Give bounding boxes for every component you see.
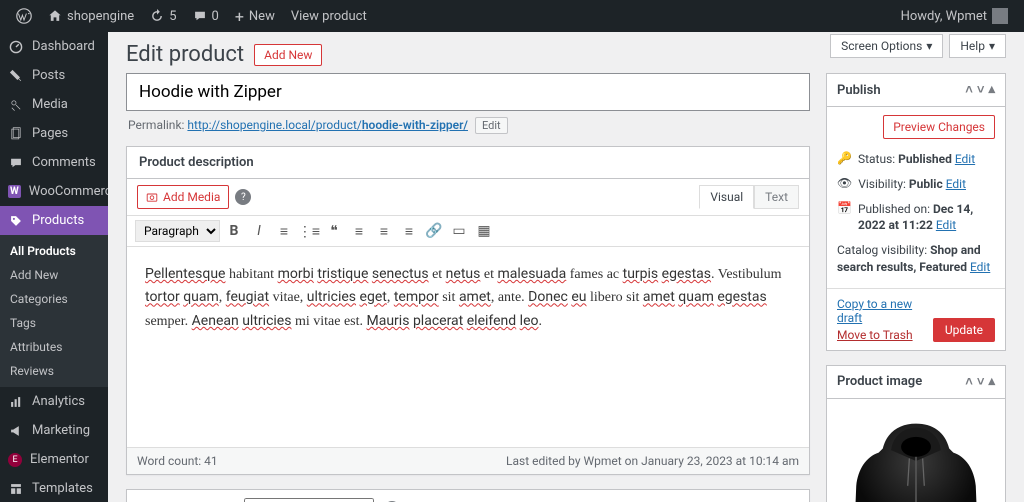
permalink-row: Permalink: http://shopengine.local/produ… <box>128 117 808 134</box>
link-button[interactable]: 🔗 <box>423 220 445 242</box>
sub-reviews[interactable]: Reviews <box>0 359 108 383</box>
menu-analytics[interactable]: Analytics <box>0 387 108 416</box>
tinymce-toolbar: Paragraph B I ≡ ⋮≡ ❝ ≡ ≡ ≡ 🔗 ▭ ▦ <box>127 216 809 247</box>
update-button[interactable]: Update <box>933 318 995 342</box>
sub-attributes[interactable]: Attributes <box>0 335 108 359</box>
ol-button[interactable]: ⋮≡ <box>298 220 320 242</box>
edit-date[interactable]: Edit <box>936 218 956 232</box>
menu-woocommerce[interactable]: WWooCommerce <box>0 177 108 206</box>
align-right-button[interactable]: ≡ <box>398 220 420 242</box>
updates[interactable]: 5 <box>142 0 184 32</box>
admin-bar: shopengine 5 0 +New View product Howdy, … <box>0 0 1024 32</box>
camera-icon <box>146 191 158 203</box>
menu-comments[interactable]: Comments <box>0 148 108 177</box>
permalink-edit-button[interactable]: Edit <box>475 117 508 134</box>
sub-categories[interactable]: Categories <box>0 287 108 311</box>
menu-elementor[interactable]: EElementor <box>0 445 108 474</box>
description-heading: Product description <box>127 147 809 179</box>
sub-all-products[interactable]: All Products <box>0 239 108 263</box>
panel-up-icon[interactable]: ˄ <box>965 374 973 390</box>
panel-toggle-icon[interactable]: ▴ <box>988 82 995 98</box>
panel-down-icon[interactable]: ˅ <box>977 374 985 390</box>
panel-up-icon[interactable]: ˄ <box>965 82 973 98</box>
product-image-panel: Product image ˄ ˅ ▴ <box>826 365 1006 502</box>
product-description-box: Product description Add Media ? Visual T… <box>126 146 810 475</box>
screen-options-toggle[interactable]: Screen Options ▾ <box>830 34 943 58</box>
site-home[interactable]: shopengine <box>40 0 142 32</box>
more-button[interactable]: ▭ <box>448 220 470 242</box>
permalink-url[interactable]: http://shopengine.local/product/hoodie-w… <box>187 118 468 132</box>
format-select[interactable]: Paragraph <box>135 220 220 242</box>
menu-posts[interactable]: Posts <box>0 61 108 90</box>
hoodie-image <box>833 405 999 502</box>
admin-sidebar: Dashboard Posts Media Pages Comments WWo… <box>0 32 108 502</box>
new-content[interactable]: +New <box>227 0 283 32</box>
tab-text[interactable]: Text <box>754 185 799 209</box>
avatar-icon <box>992 8 1008 24</box>
edit-visibility[interactable]: Edit <box>946 177 966 191</box>
edit-status[interactable]: Edit <box>955 152 975 166</box>
move-to-trash-link[interactable]: Move to Trash <box>837 328 933 342</box>
add-media-button[interactable]: Add Media <box>137 185 229 209</box>
help-toggle[interactable]: Help ▾ <box>949 34 1006 58</box>
bold-button[interactable]: B <box>223 220 245 242</box>
menu-media[interactable]: Media <box>0 90 108 119</box>
menu-templates[interactable]: Templates <box>0 474 108 502</box>
my-account[interactable]: Howdy, Wpmet <box>893 0 1016 32</box>
sub-add-new[interactable]: Add New <box>0 263 108 287</box>
toolbar-toggle-button[interactable]: ▦ <box>473 220 495 242</box>
products-submenu: All Products Add New Categories Tags Att… <box>0 235 108 387</box>
key-icon: 🔑 <box>837 151 852 165</box>
menu-dashboard[interactable]: Dashboard <box>0 32 108 61</box>
menu-products[interactable]: Products <box>0 206 108 235</box>
product-image-thumb[interactable]: ? <box>827 399 1005 502</box>
editor-content[interactable]: Pellentesque habitant morbi tristique se… <box>127 247 809 447</box>
sub-tags[interactable]: Tags <box>0 311 108 335</box>
main-content: Screen Options ▾ Help ▾ Edit product Add… <box>108 32 1024 502</box>
wp-logo[interactable] <box>8 0 40 32</box>
copy-draft-link[interactable]: Copy to a new draft <box>837 297 933 325</box>
edit-catalog[interactable]: Edit <box>970 260 990 274</box>
panel-toggle-icon[interactable]: ▴ <box>988 374 995 390</box>
align-left-button[interactable]: ≡ <box>348 220 370 242</box>
product-data-box: Product data — Simple product ? Virtual:… <box>126 489 810 502</box>
publish-panel: Publish ˄ ˅ ▴ Preview Changes 🔑Status: P… <box>826 73 1006 351</box>
word-count: Word count: 41 <box>137 454 218 468</box>
align-center-button[interactable]: ≡ <box>373 220 395 242</box>
product-title-input[interactable] <box>126 73 810 111</box>
last-edited: Last edited by Wpmet on January 23, 2023… <box>506 454 799 468</box>
help-icon[interactable]: ? <box>235 189 251 205</box>
tab-visual[interactable]: Visual <box>699 185 754 209</box>
view-product[interactable]: View product <box>283 0 375 32</box>
quote-button[interactable]: ❝ <box>323 220 345 242</box>
comments-count[interactable]: 0 <box>185 0 227 32</box>
eye-icon: 👁 <box>837 176 852 190</box>
menu-pages[interactable]: Pages <box>0 119 108 148</box>
italic-button[interactable]: I <box>248 220 270 242</box>
panel-down-icon[interactable]: ˅ <box>977 82 985 98</box>
product-type-select[interactable]: Simple product <box>244 498 374 502</box>
ul-button[interactable]: ≡ <box>273 220 295 242</box>
preview-changes-button[interactable]: Preview Changes <box>883 115 995 139</box>
add-new-button[interactable]: Add New <box>254 44 322 66</box>
menu-marketing[interactable]: Marketing <box>0 416 108 445</box>
calendar-icon: 📅 <box>837 201 852 215</box>
